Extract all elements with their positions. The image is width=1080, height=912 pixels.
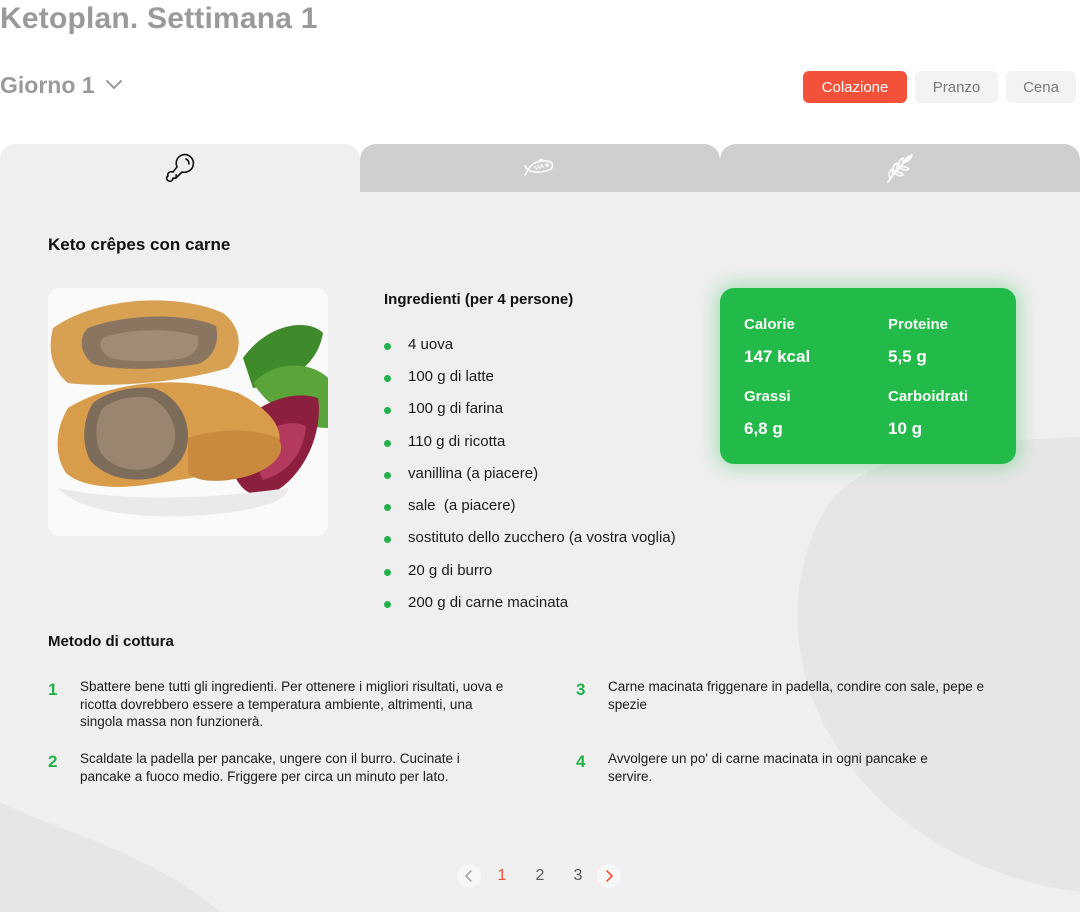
ingredient-text: 100 g di latte <box>408 367 494 385</box>
chevron-down-icon <box>105 80 122 89</box>
page-title: Ketoplan. Settimana 1 <box>0 2 318 35</box>
bullet-icon <box>384 374 391 382</box>
step-number: 2 <box>48 752 58 771</box>
meal-tabs: Colazione Pranzo Cena <box>803 71 1076 103</box>
page-2[interactable]: 2 <box>521 867 559 885</box>
page: Ketoplan. Settimana 1 Giorno 1 Colazione… <box>0 0 1080 912</box>
ingredient-text: 100 g di farina <box>408 400 504 418</box>
carbo-label: Carboidrati <box>888 388 969 405</box>
nutrition-carboidrati: Carboidrati 10 g <box>888 388 968 439</box>
day-label: Giorno 1 <box>0 71 95 98</box>
carbo-value: 10 g <box>888 419 923 438</box>
list-item: sostituto dello zucchero (a vostra vogli… <box>384 522 676 554</box>
bullet-icon <box>384 568 391 576</box>
method-step: 2 Scaldate la padella per pancake, unger… <box>48 750 510 785</box>
method-title: Metodo di cottura <box>48 633 174 650</box>
day-selector[interactable]: Giorno 1 <box>0 70 123 100</box>
list-item: 100 g di farina <box>384 393 676 425</box>
method-step: 1 Sbattere bene tutti gli ingredienti. P… <box>48 678 515 731</box>
bullet-icon <box>384 342 391 350</box>
pagination: 1 2 3 <box>457 864 621 888</box>
nutrition-card: Calorie 147 kcal Proteine 5,5 g Grassi 6… <box>720 288 1016 464</box>
chevron-left-icon <box>465 870 472 882</box>
recipe-photo <box>48 288 328 536</box>
meal-tab-colazione[interactable]: Colazione <box>803 71 907 103</box>
page-3[interactable]: 3 <box>559 867 597 885</box>
step-text: Carne macinata friggenare in padella, co… <box>608 679 984 712</box>
method-step: 4 Avvolgere un po' di carne macinata in … <box>576 750 968 785</box>
ingredient-text: 110 g di ricotta <box>408 432 506 450</box>
recipe-title: Keto crêpes con carne <box>48 235 231 254</box>
bullet-icon <box>384 439 391 447</box>
fish-icon <box>524 158 554 176</box>
nutrition-proteine: Proteine 5,5 g <box>888 316 948 367</box>
step-text: Avvolgere un po' di carne macinata in og… <box>608 751 928 784</box>
prev-page-button[interactable] <box>457 864 481 888</box>
nutrition-grassi: Grassi 6,8 g <box>744 388 791 439</box>
food-type-tabs <box>0 144 1080 192</box>
list-item: 110 g di ricotta <box>384 425 676 457</box>
bullet-icon <box>384 504 391 512</box>
list-item: 100 g di latte <box>384 360 676 392</box>
calorie-label: Calorie <box>744 316 795 333</box>
leaf-icon <box>887 154 913 183</box>
meal-tab-cena[interactable]: Cena <box>1006 71 1076 103</box>
ingredient-text: vanillina (a piacere) <box>408 464 539 482</box>
step-number: 4 <box>576 752 586 771</box>
grassi-label: Grassi <box>744 388 791 405</box>
bullet-icon <box>384 536 391 544</box>
method-step: 3 Carne macinata friggenare in padella, … <box>576 678 1026 713</box>
recipe-card: Keto crêpes con carne Ingredienti (per 4… <box>0 192 1080 912</box>
ingredients-title: Ingredienti (per 4 persone) <box>384 291 574 308</box>
tab-fish[interactable] <box>360 144 720 192</box>
proteine-label: Proteine <box>888 316 949 333</box>
ingredient-text: 200 g di carne macinata <box>408 594 569 612</box>
list-item: 20 g di burro <box>384 554 676 586</box>
ingredients-list: 4 uova 100 g di latte 100 g di farina 11… <box>384 328 676 619</box>
calorie-value: 147 kcal <box>744 347 811 366</box>
bullet-icon <box>384 471 391 479</box>
list-item: sale (a piacere) <box>384 489 676 521</box>
ingredient-text: 4 uova <box>408 335 454 353</box>
step-number: 3 <box>576 680 586 699</box>
nutrition-calorie: Calorie 147 kcal <box>744 316 810 367</box>
list-item: vanillina (a piacere) <box>384 457 676 489</box>
meal-tab-pranzo[interactable]: Pranzo <box>915 71 998 103</box>
tab-vegetarian[interactable] <box>720 144 1080 192</box>
proteine-value: 5,5 g <box>888 347 927 366</box>
page-1[interactable]: 1 <box>483 867 521 885</box>
bullet-icon <box>384 601 391 609</box>
drumstick-icon <box>165 153 195 183</box>
list-item: 200 g di carne macinata <box>384 586 676 618</box>
next-page-button[interactable] <box>597 864 621 888</box>
ingredient-text: sostituto dello zucchero (a vostra vogli… <box>408 529 676 547</box>
ingredient-text: sale (a piacere) <box>408 497 516 515</box>
step-text: Sbattere bene tutti gli ingredienti. Per… <box>80 679 504 729</box>
grassi-value: 6,8 g <box>744 419 783 438</box>
tab-meat[interactable] <box>0 144 360 192</box>
step-text: Scaldate la padella per pancake, ungere … <box>80 751 460 784</box>
step-number: 1 <box>48 680 58 699</box>
ingredient-text: 20 g di burro <box>408 561 493 579</box>
chevron-right-icon <box>606 870 613 882</box>
list-item: 4 uova <box>384 328 676 360</box>
bullet-icon <box>384 407 391 415</box>
